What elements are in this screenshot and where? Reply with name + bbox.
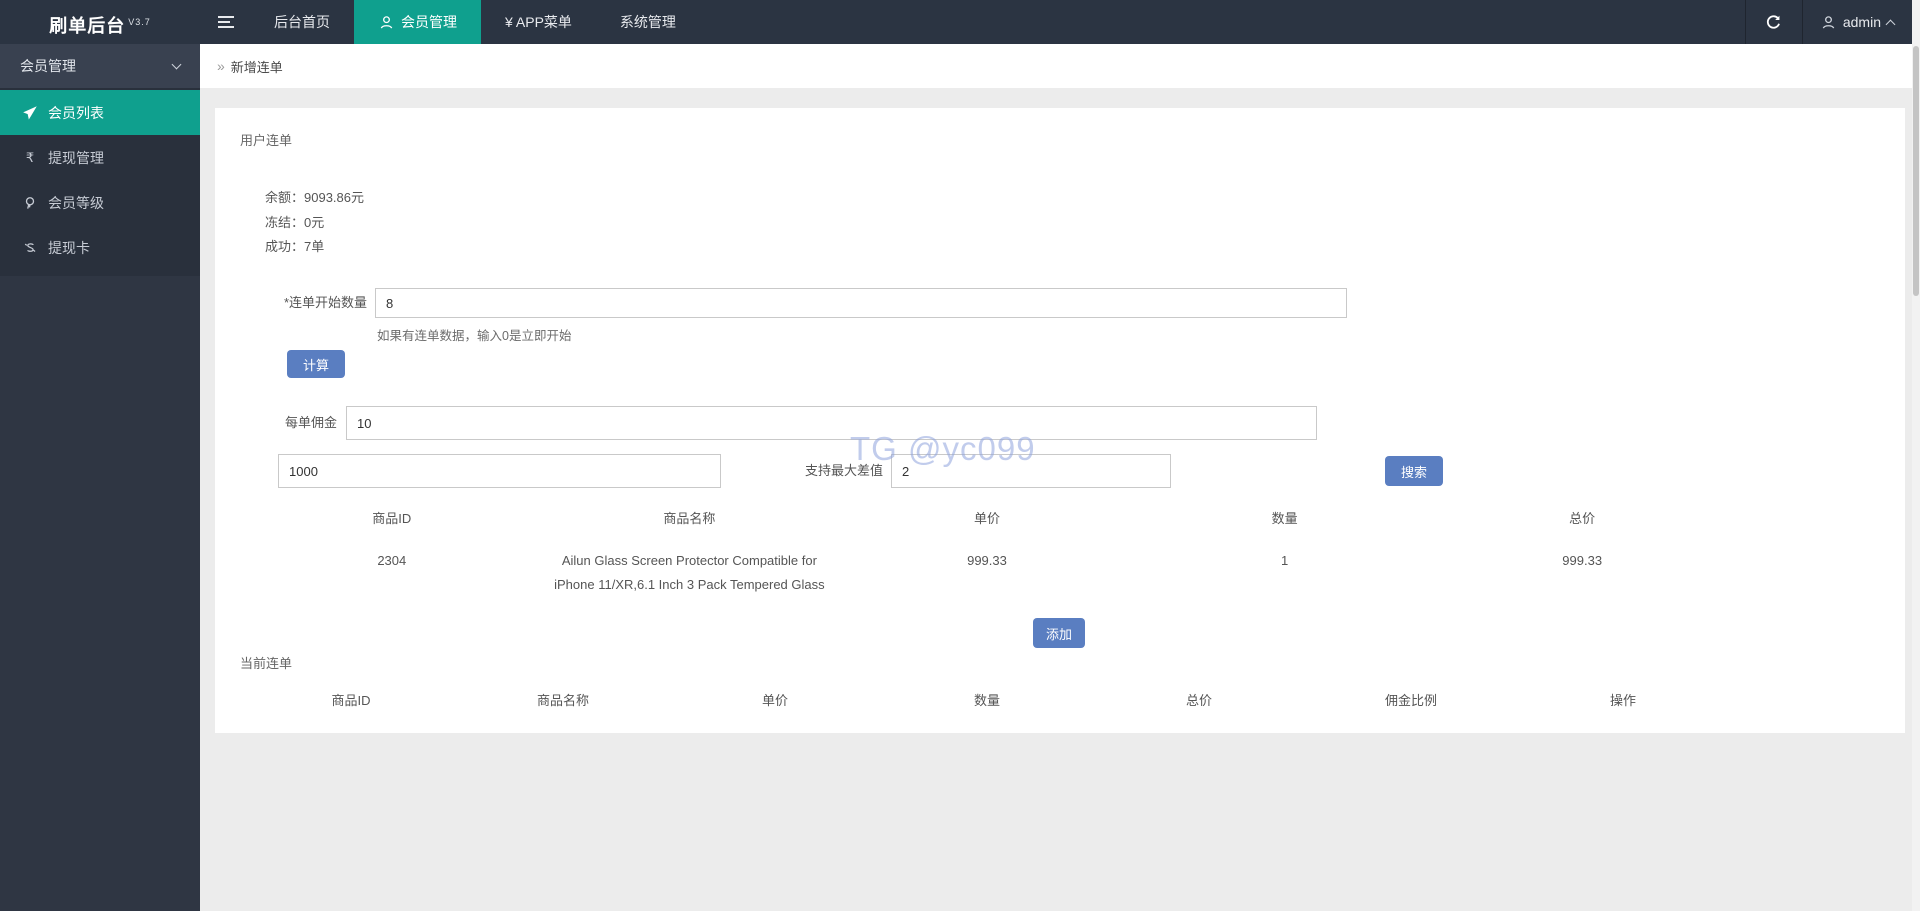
rupee-icon: ₹ <box>25 149 35 165</box>
frozen-stat: 冻结：0元 <box>265 214 325 230</box>
total-price-cell: 999.33 <box>1562 553 1603 568</box>
col-header: 商品ID <box>331 693 371 708</box>
hamburger-icon <box>218 16 234 18</box>
quantity-cell: 1 <box>1280 553 1289 568</box>
sidebar-item-member-level[interactable]: 会员等级 <box>0 180 200 225</box>
topbar: 刷单后台 V3.7 后台首页 会员管理 ¥ APP菜单 系统管理 admin <box>0 0 1920 44</box>
search-button[interactable]: 搜索 <box>1385 456 1443 486</box>
calculate-button[interactable]: 计算 <box>287 350 345 378</box>
nav-item-members[interactable]: 会员管理 <box>354 0 481 44</box>
product-table: 商品ID 商品名称 单价 数量 总价 2304 Ailun Glass Scre… <box>243 500 1731 603</box>
sidebar-group-label: 会员管理 <box>20 58 76 74</box>
topbar-right: admin <box>1744 0 1912 44</box>
current-orders-table: 商品ID 商品名称 单价 数量 总价 佣金比例 操作 <box>245 682 1729 717</box>
sidebar-item-withdraw-card[interactable]: 提现卡 <box>0 225 200 270</box>
breadcrumb-label: 新增连单 <box>230 59 283 75</box>
commission-label: 每单佣金 <box>284 415 337 430</box>
product-table-header: 商品ID 商品名称 单价 数量 总价 <box>243 500 1731 535</box>
col-header: 商品名称 <box>536 693 589 708</box>
sidebar-item-label: 会员列表 <box>48 104 104 121</box>
add-button[interactable]: 添加 <box>1033 618 1085 648</box>
chevron-up-icon <box>1885 19 1896 29</box>
current-orders-title: 当前连单 <box>240 656 293 671</box>
product-id-cell: 2304 <box>377 553 407 568</box>
hamburger-icon <box>218 21 230 23</box>
scrollbar-thumb[interactable] <box>1913 46 1919 296</box>
sidebar-item-member-list[interactable]: 会员列表 <box>0 90 200 135</box>
col-header: 总价 <box>1185 693 1212 708</box>
panel-title: 用户连单 <box>240 133 293 148</box>
refresh-icon <box>1767 14 1781 29</box>
user-menu[interactable]: admin <box>1803 0 1912 44</box>
top-nav: 后台首页 会员管理 ¥ APP菜单 系统管理 <box>250 0 700 44</box>
sidebar-item-withdraw-manage[interactable]: ₹ 提现管理 <box>0 135 200 180</box>
medal-icon <box>22 195 38 211</box>
nav-label: ¥ APP菜单 <box>505 14 572 30</box>
sidebar-submenu: 会员列表 ₹ 提现管理 会员等级 提现卡 <box>0 88 200 276</box>
breadcrumb-icon: » <box>217 58 225 74</box>
sidebar-item-label: 提现卡 <box>48 239 90 256</box>
person-icon <box>1821 14 1837 30</box>
refresh-button[interactable] <box>1746 0 1802 44</box>
balance-stat: 余额：9093.86元 <box>265 190 365 205</box>
col-header: 佣金比例 <box>1384 693 1437 708</box>
app-logo: 刷单后台 V3.7 <box>0 0 200 44</box>
start-qty-help: 如果有连单数据，输入0是立即开始 <box>377 329 572 343</box>
nav-item-system[interactable]: 系统管理 <box>596 0 700 44</box>
order-panel: 用户连单 余额：9093.86元 冻结：0元 成功：7单 *连单开始数量 如果有… <box>215 108 1905 733</box>
nav-label: 会员管理 <box>401 14 457 30</box>
price-input[interactable] <box>278 454 721 488</box>
chevron-down-icon <box>171 59 182 70</box>
nav-label: 系统管理 <box>619 14 676 30</box>
commission-input[interactable] <box>346 406 1317 440</box>
max-diff-label: 支持最大差值 <box>804 463 883 478</box>
col-header: 数量 <box>1271 511 1298 526</box>
start-qty-input[interactable] <box>375 288 1347 318</box>
success-stat: 成功：7单 <box>265 239 325 254</box>
sidebar: 会员管理 会员列表 ₹ 提现管理 会员等级 提现卡 <box>0 44 200 911</box>
current-orders-header: 商品ID 商品名称 单价 数量 总价 佣金比例 操作 <box>245 682 1729 717</box>
breadcrumb: » 新增连单 <box>200 44 1920 88</box>
page-scrollbar <box>1912 0 1920 911</box>
col-header: 数量 <box>973 693 1000 708</box>
main-content: 用户连单 余额：9093.86元 冻结：0元 成功：7单 *连单开始数量 如果有… <box>200 88 1920 911</box>
sidebar-item-label: 会员等级 <box>48 194 104 211</box>
nav-item-app-menu[interactable]: ¥ APP菜单 <box>481 0 596 44</box>
paper-plane-icon <box>22 105 38 121</box>
col-header: 商品名称 <box>663 511 716 526</box>
start-qty-label: *连单开始数量 <box>283 295 367 310</box>
sidebar-toggle-button[interactable] <box>204 0 248 44</box>
app-title: 刷单后台 <box>49 16 126 36</box>
nav-item-home[interactable]: 后台首页 <box>250 0 354 44</box>
sidebar-item-label: 提现管理 <box>48 149 104 166</box>
product-name-cell: Ailun Glass Screen Protector Compatible … <box>554 553 825 592</box>
col-header: 总价 <box>1569 511 1596 526</box>
person-icon <box>378 14 394 30</box>
app-version: V3.7 <box>128 17 151 27</box>
col-header: 操作 <box>1609 693 1636 708</box>
product-table-row: 2304 Ailun Glass Screen Protector Compat… <box>243 535 1731 603</box>
hamburger-icon <box>218 26 234 28</box>
unit-price-cell: 999.33 <box>967 553 1007 568</box>
card-icon <box>22 240 38 256</box>
sidebar-group-members[interactable]: 会员管理 <box>0 44 200 88</box>
col-header: 单价 <box>761 693 788 708</box>
username-label: admin <box>1842 14 1881 30</box>
col-header: 单价 <box>973 511 1000 526</box>
max-diff-input[interactable] <box>891 454 1171 488</box>
nav-label: 后台首页 <box>274 14 330 30</box>
user-stats: 余额：9093.86元 冻结：0元 成功：7单 <box>265 186 364 260</box>
col-header: 商品ID <box>372 511 412 526</box>
